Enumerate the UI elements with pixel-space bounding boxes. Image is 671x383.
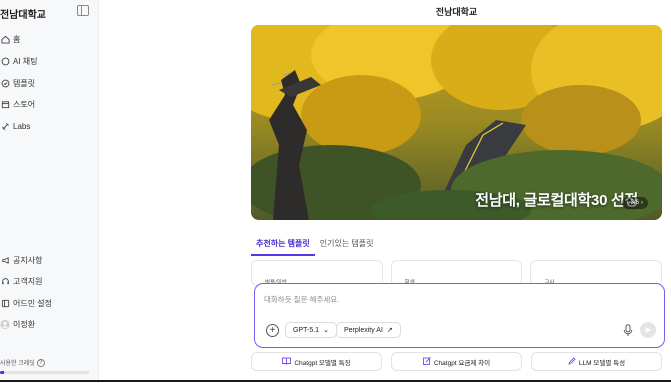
- credit-progress-fill: [0, 371, 5, 374]
- external-link-icon: ↗: [386, 327, 393, 334]
- chat-input[interactable]: 대화하듯 질문 해주세요.: [264, 294, 339, 305]
- megaphone-icon: [0, 255, 10, 265]
- perplexity-button[interactable]: Perplexity AI ↗: [336, 322, 401, 338]
- headset-icon: [0, 276, 10, 286]
- labs-icon: [0, 121, 10, 131]
- sidebar-item-support[interactable]: 고객지원: [0, 274, 42, 288]
- add-attachment-icon[interactable]: +: [266, 324, 279, 337]
- microphone-icon[interactable]: [623, 324, 633, 337]
- tab-recommended[interactable]: 추천하는 템플릿: [251, 238, 315, 256]
- chat-composer[interactable]: 대화하듯 질문 해주세요. + GPT-5.1 ⌄ Perplexity AI …: [254, 283, 665, 348]
- sidebar-item-notice[interactable]: 공지사항: [0, 253, 42, 267]
- credit-progress-bar: [0, 371, 89, 374]
- sidebar-item-label: 고객지원: [13, 276, 43, 286]
- sidebar-item-home[interactable]: 홈: [0, 32, 20, 46]
- hero-banner[interactable]: 전남대, 글로컬대학30 선정 ‹ 3/6 ›: [251, 25, 662, 220]
- model-label: GPT-5.1: [293, 326, 320, 334]
- pen-icon: [568, 356, 576, 367]
- send-icon: [645, 327, 651, 333]
- sidebar-item-label: 어드민 설정: [13, 298, 53, 308]
- banner-pager[interactable]: ‹ 3/6 ›: [621, 197, 648, 209]
- store-icon: [0, 99, 10, 109]
- home-icon: [0, 34, 10, 44]
- pager-text: 3/6: [630, 200, 639, 206]
- suggestion-chatgpt-pricing[interactable]: Chatgpt 요금제 차이: [391, 352, 522, 371]
- credit-label: 사용한 크레딧 ?: [0, 358, 45, 367]
- sidebar-item-user[interactable]: 이정환: [0, 317, 35, 331]
- divider: [0, 380, 671, 382]
- suggestion-label: Chatgpt 모델별 특징: [294, 359, 351, 367]
- template-tabs: 추천하는 템플릿 인기있는 템플릿: [251, 238, 379, 256]
- sidebar-item-label: AI 채팅: [13, 56, 38, 66]
- edit-icon: [422, 356, 431, 367]
- sidebar-item-admin-settings[interactable]: 어드민 설정: [0, 296, 52, 310]
- next-slide-icon[interactable]: ›: [641, 200, 643, 206]
- suggestion-chatgpt-models[interactable]: Chatgpt 모델별 특징: [251, 352, 382, 371]
- suggestion-llm-traits[interactable]: LLM 모델별 특성: [531, 352, 662, 371]
- chat-icon: [0, 56, 10, 66]
- sidebar-item-ai-chat[interactable]: AI 채팅: [0, 54, 38, 68]
- banner-title: 전남대, 글로컬대학30 선정: [475, 192, 638, 209]
- sidebar-item-label: Labs: [13, 121, 31, 131]
- sidebar-item-labs[interactable]: Labs: [0, 119, 30, 133]
- suggestion-label: LLM 모델별 특성: [578, 359, 626, 367]
- sidebar-item-label: 템플릿: [13, 78, 36, 88]
- template-icon: [0, 78, 10, 88]
- prev-slide-icon[interactable]: ‹: [627, 200, 629, 206]
- sidebar-item-store[interactable]: 스토어: [0, 97, 35, 111]
- help-icon[interactable]: ?: [36, 358, 45, 367]
- sidebar-toggle-icon[interactable]: [77, 5, 89, 16]
- sidebar-item-label: 이정환: [13, 319, 36, 329]
- sidebar-item-label: 공지사항: [13, 255, 43, 265]
- suggestion-label: Chatgpt 요금제 차이: [433, 359, 491, 367]
- book-icon: [282, 357, 292, 367]
- brand-title: 전남대학교: [0, 10, 46, 21]
- avatar: [0, 319, 10, 329]
- sidebar-item-label: 스토어: [13, 99, 36, 109]
- app-root: 전남대학교 홈 AI 채팅 템플릿 스토어 Labs 공지사항 고객지원 어드민…: [0, 0, 671, 383]
- chevron-down-icon: ⌄: [323, 327, 329, 334]
- credit-text: 사용한 크레딧: [0, 361, 35, 367]
- suggestion-list: Chatgpt 모델별 특징 Chatgpt 요금제 차이 LLM 모델별 특성: [251, 352, 662, 371]
- sidebar-item-template[interactable]: 템플릿: [0, 76, 35, 90]
- perplexity-label: Perplexity AI: [344, 326, 383, 334]
- model-select[interactable]: GPT-5.1 ⌄: [285, 322, 337, 338]
- sidebar: 전남대학교 홈 AI 채팅 템플릿 스토어 Labs 공지사항 고객지원 어드민…: [0, 0, 99, 383]
- page-title: 전남대학교: [435, 7, 478, 17]
- sidebar-item-label: 홈: [13, 34, 21, 44]
- send-button[interactable]: [640, 322, 656, 338]
- admin-icon: [0, 298, 10, 308]
- tab-popular[interactable]: 인기있는 템플릿: [315, 238, 379, 256]
